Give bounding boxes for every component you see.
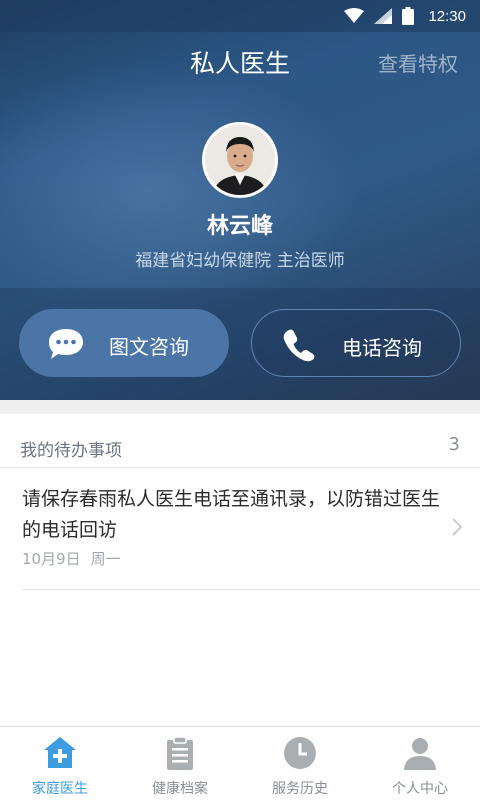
section-gap (0, 400, 480, 414)
todo-header: 我的待办事项 3 (0, 414, 480, 468)
text-consult-label: 图文咨询 (109, 335, 189, 359)
list-divider (22, 589, 480, 590)
todo-title: 我的待办事项 (20, 441, 122, 461)
todo-item-day: 10月9日 (22, 550, 81, 568)
todo-item-text: 请保存春雨私人医生电话至通讯录，以防错过医生的电话回访 (22, 488, 441, 541)
clipboard-icon (167, 736, 193, 770)
text-consult-button[interactable]: 图文咨询 (19, 309, 229, 377)
tab-label: 健康档案 (152, 781, 208, 797)
chat-bubble-icon (49, 329, 83, 359)
phone-consult-button[interactable]: 电话咨询 (251, 309, 461, 377)
status-time: 12:30 (428, 7, 466, 25)
status-bar: 12:30 (0, 0, 480, 32)
tab-label: 个人中心 (392, 781, 448, 797)
tab-personal-center[interactable]: 个人中心 (360, 727, 480, 800)
tab-label: 家庭医生 (32, 781, 88, 797)
tab-label: 服务历史 (272, 781, 328, 797)
phone-icon (283, 329, 315, 362)
todo-list-item[interactable]: 请保存春雨私人医生电话至通讯录，以防错过医生的电话回访 10月9日 周一 (0, 468, 480, 590)
signal-icon (374, 8, 393, 24)
todo-item-date: 10月9日 周一 (22, 548, 121, 569)
doctor-portrait-icon (205, 125, 275, 195)
person-icon (404, 738, 436, 770)
bottom-tab-bar: 家庭医生 健康档案 服务历史 个人中心 (0, 726, 480, 800)
tab-family-doctor[interactable]: 家庭医生 (0, 727, 120, 800)
tab-health-records[interactable]: 健康档案 (120, 727, 240, 800)
chevron-right-icon (452, 518, 462, 536)
home-medical-icon (44, 737, 76, 768)
tab-service-history[interactable]: 服务历史 (240, 727, 360, 800)
todo-count: 3 (448, 434, 460, 455)
doctor-avatar[interactable] (202, 122, 278, 198)
phone-consult-label: 电话咨询 (342, 336, 422, 360)
view-privileges-link[interactable]: 查看特权 (378, 48, 458, 77)
battery-icon (402, 7, 415, 25)
hero-glow (0, 60, 360, 320)
status-icons: 12:30 (344, 6, 466, 26)
wifi-icon (344, 8, 365, 23)
doctor-organization: 福建省妇幼保健院 主治医师 (135, 251, 345, 271)
todo-item-weekday: 周一 (90, 550, 121, 568)
doctor-name: 林云峰 (206, 214, 273, 239)
clock-icon (284, 737, 316, 769)
